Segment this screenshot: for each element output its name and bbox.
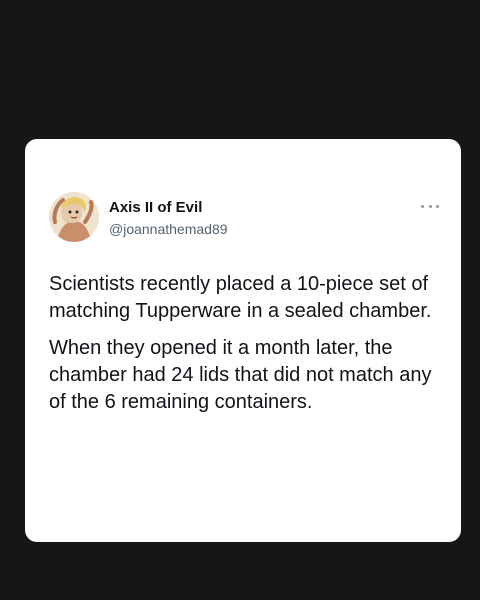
user-handle[interactable]: @joannathemad89 xyxy=(109,220,228,238)
avatar-illustration-icon xyxy=(49,192,99,242)
avatar[interactable] xyxy=(49,192,99,242)
display-name[interactable]: Axis II of Evil xyxy=(109,199,202,217)
dot xyxy=(421,204,424,208)
more-options-icon[interactable] xyxy=(421,201,439,211)
dot xyxy=(428,204,432,208)
tweet-text: Scientists recently placed a 10-piece se… xyxy=(49,271,439,426)
dot xyxy=(436,204,439,208)
tweet-card: Axis II of Evil @joannathemad89 Scientis… xyxy=(25,139,461,542)
tweet-paragraph-2: When they opened it a month later, the c… xyxy=(49,337,432,413)
tweet-paragraph-1: Scientists recently placed a 10-piece se… xyxy=(49,273,432,322)
